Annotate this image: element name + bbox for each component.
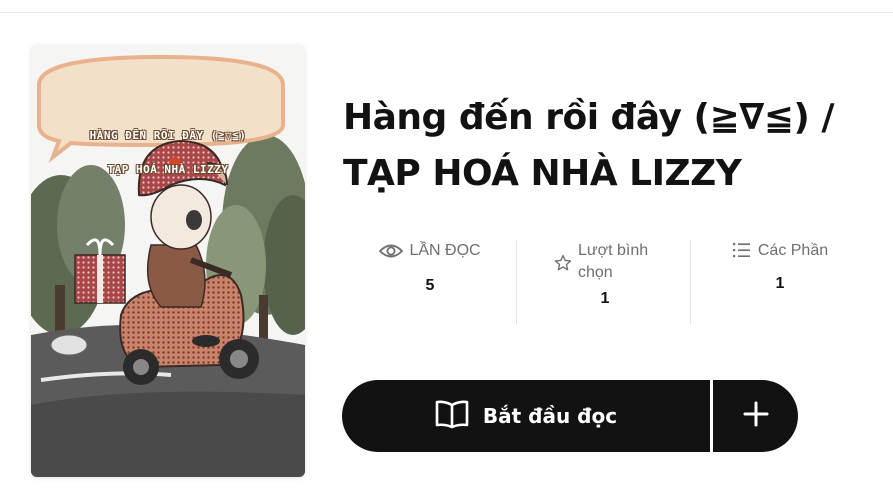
star-icon <box>554 254 572 279</box>
start-reading-button[interactable]: Bắt đầu đọc <box>342 380 710 452</box>
cover-illustration <box>31 45 305 477</box>
story-cover[interactable]: HÀNG ĐẾN RỒI ĐÂY (≧▽≦) TẠP HOÁ NHÀ LIZZY <box>31 45 305 477</box>
stat-parts: Các Phần 1 <box>700 240 860 293</box>
stat-votes-label: Lượt bình chọn <box>578 242 649 281</box>
story-title: Hàng đến rồi đây (≧∇≦) / TẠP HOÁ NHÀ LIZ… <box>343 97 835 194</box>
book-icon <box>435 399 469 434</box>
plus-icon <box>743 401 769 432</box>
stat-votes: Lượt bình chọn 1 <box>525 240 685 308</box>
stat-divider <box>516 240 517 324</box>
cover-bubble-line1: HÀNG ĐẾN RỒI ĐÂY (≧▽≦) <box>89 129 247 142</box>
list-icon <box>732 240 752 267</box>
start-reading-label: Bắt đầu đọc <box>482 404 618 428</box>
header-divider <box>0 12 893 13</box>
add-to-library-button[interactable] <box>713 380 798 452</box>
stat-parts-label: Các Phần <box>757 242 829 259</box>
stat-reads: LẦN ĐỌC 5 <box>350 240 510 295</box>
stat-reads-label: LẦN ĐỌC <box>409 242 481 259</box>
stat-reads-value: 5 <box>425 277 435 294</box>
cover-bubble-line2: TẠP HOÁ NHÀ LIZZY <box>107 163 229 176</box>
stat-parts-value: 1 <box>775 275 785 292</box>
stat-divider <box>690 240 691 324</box>
eye-icon <box>379 240 404 269</box>
stat-votes-value: 1 <box>600 290 610 307</box>
